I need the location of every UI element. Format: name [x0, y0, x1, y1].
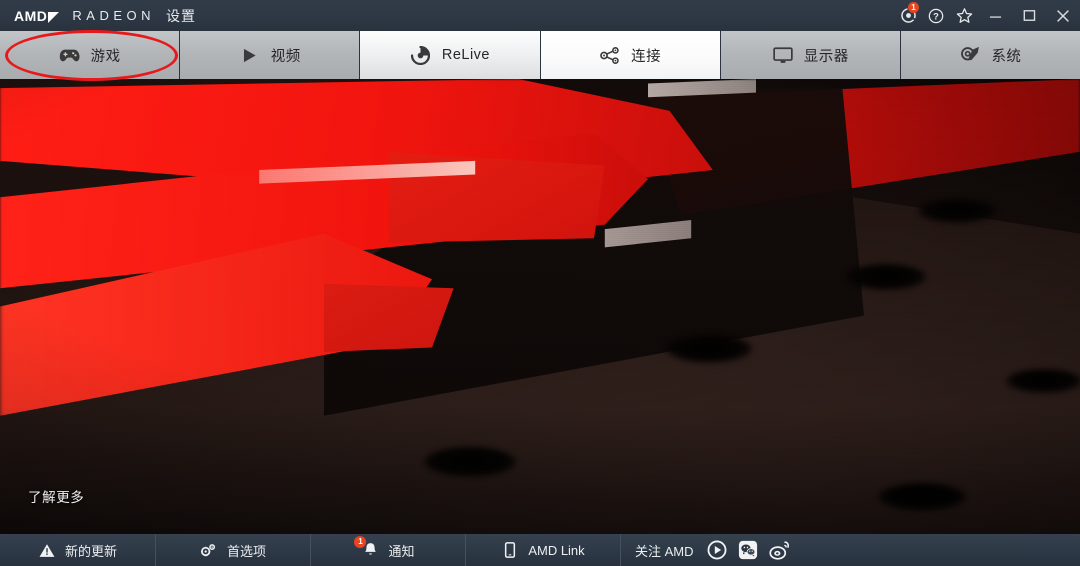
bottom-item-amd-link[interactable]: AMD Link	[466, 534, 621, 566]
play-icon	[239, 45, 261, 65]
gamepad-icon	[59, 45, 81, 65]
titlebar-controls: 1 ?	[894, 0, 1080, 31]
overlay-badge-count: 1	[908, 2, 919, 13]
svg-text:?: ?	[933, 11, 939, 21]
phone-icon	[501, 541, 519, 559]
relive-icon	[410, 45, 432, 65]
tab-gaming[interactable]: 游戏	[0, 31, 181, 79]
bottom-item-new-updates[interactable]: 新的更新	[0, 534, 156, 566]
tab-display[interactable]: 显示器	[720, 31, 901, 79]
hero-grain	[0, 79, 1080, 534]
tab-relive[interactable]: ReLive	[360, 31, 541, 79]
tab-connect[interactable]: 连接	[540, 31, 721, 79]
maximize-button[interactable]	[1012, 0, 1046, 31]
amd-logo: AMD	[14, 7, 60, 24]
radeon-overlay-button[interactable]: 1	[894, 0, 922, 31]
tab-display-label: 显示器	[803, 48, 849, 65]
video-play-circle-icon[interactable]	[707, 540, 728, 561]
amd-logo-text: AMD	[14, 7, 48, 24]
tab-video-label: 视频	[270, 48, 301, 65]
bottom-status-bar: 新的更新 首选项 1 通知 AMD Link 关注 AMD	[0, 534, 1080, 566]
follow-amd-label: 关注 AMD	[635, 543, 694, 559]
minimize-button[interactable]	[978, 0, 1012, 31]
tab-connect-label: 连接	[631, 48, 662, 65]
connect-icon	[599, 45, 621, 65]
radeon-settings-window: AMD RADEON 设置 1 ? 游戏 视频 ReLive 连接 显示器 系统…	[0, 0, 1080, 566]
brand-area: AMD RADEON 设置	[0, 6, 196, 26]
close-button[interactable]	[1046, 0, 1080, 31]
amd-logo-arrow-icon	[48, 11, 60, 23]
minimize-icon	[989, 16, 1001, 18]
radeon-wordmark: RADEON	[72, 8, 156, 23]
hero-banner: 了解更多	[0, 79, 1080, 534]
bottom-item-new-updates-label: 新的更新	[64, 543, 117, 559]
bell-icon: 1	[354, 536, 379, 559]
window-title: 设置	[166, 7, 197, 24]
bottom-item-notifications[interactable]: 1 通知	[311, 534, 466, 566]
wechat-icon[interactable]	[738, 540, 759, 561]
help-icon: ?	[928, 8, 944, 23]
weibo-icon[interactable]	[768, 540, 790, 561]
preferences-gear-icon	[200, 541, 218, 559]
close-icon	[1057, 9, 1069, 22]
monitor-icon	[772, 45, 794, 65]
bottom-item-preferences[interactable]: 首选项	[156, 534, 311, 566]
learn-more-link[interactable]: 了解更多	[28, 486, 84, 506]
title-bar: AMD RADEON 设置 1 ?	[0, 0, 1080, 31]
bottom-item-notifications-label: 通知	[388, 543, 415, 559]
bottom-item-preferences-label: 首选项	[226, 543, 266, 559]
tab-system[interactable]: 系统	[900, 31, 1080, 79]
tab-video[interactable]: 视频	[180, 31, 361, 79]
tab-system-label: 系统	[991, 48, 1022, 65]
bottom-item-amd-link-label: AMD Link	[528, 542, 585, 558]
main-tab-bar: 游戏 视频 ReLive 连接 显示器 系统	[0, 31, 1080, 79]
bottom-item-follow-amd: 关注 AMD	[621, 534, 804, 566]
favorite-button[interactable]	[950, 0, 978, 31]
social-icons-group	[707, 540, 790, 561]
help-button[interactable]: ?	[922, 0, 950, 31]
warning-triangle-icon	[38, 541, 56, 559]
maximize-icon	[1023, 10, 1035, 21]
favorite-star-icon	[956, 8, 972, 23]
system-icon	[959, 45, 981, 65]
tab-relive-label: ReLive	[441, 47, 490, 63]
tab-gaming-label: 游戏	[90, 48, 121, 65]
